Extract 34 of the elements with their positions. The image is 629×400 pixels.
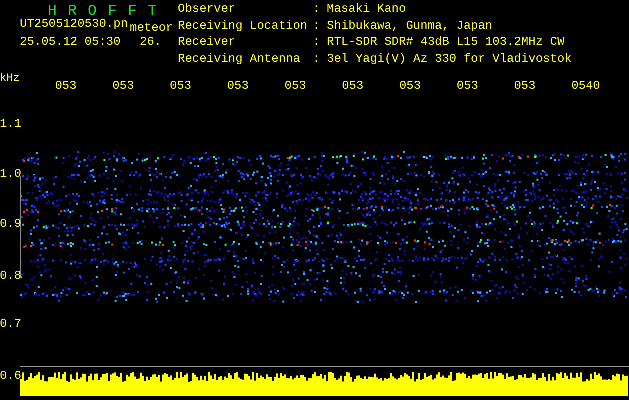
app-title: H R O F F T bbox=[48, 4, 160, 19]
info-separator: : bbox=[313, 54, 322, 68]
info-label: Receiver bbox=[178, 37, 237, 51]
time-label: 053 bbox=[456, 81, 480, 93]
frequency-label: 1.1 bbox=[0, 119, 22, 131]
date-time: 25.05.12 05:30 bbox=[20, 37, 122, 49]
time-label: 053 bbox=[170, 81, 193, 93]
info-value: 3el Yagi(V) Az 330 for Vladivostok bbox=[327, 54, 572, 68]
info-separator: : bbox=[313, 4, 322, 18]
info-value: Shibukawa, Gunma, Japan bbox=[327, 20, 494, 34]
info-label: Receiving Antenna bbox=[178, 54, 302, 68]
axis-unit: kHz bbox=[0, 74, 20, 86]
frequency-label: 0.9 bbox=[0, 219, 22, 231]
time-label: 053 bbox=[227, 81, 250, 93]
time-label: 053 bbox=[284, 81, 308, 93]
frequency-label: 1.0 bbox=[0, 169, 22, 181]
file-name: UT2505120530.pn bbox=[20, 19, 128, 31]
frequency-label: 0.7 bbox=[0, 319, 22, 331]
reading-value: 26. bbox=[140, 37, 162, 49]
frequency-label: 0.6 bbox=[0, 371, 22, 383]
time-label: 0540 bbox=[572, 81, 602, 93]
time-label: 053 bbox=[342, 81, 365, 93]
time-label: 053 bbox=[55, 81, 78, 93]
frequency-label: 0.8 bbox=[0, 271, 22, 283]
info-label: Observer bbox=[178, 4, 237, 18]
time-label: 053 bbox=[112, 81, 136, 93]
time-label: 053 bbox=[399, 81, 422, 93]
file-type: meteor bbox=[130, 23, 174, 35]
info-separator: : bbox=[313, 20, 322, 34]
time-label: 053 bbox=[514, 81, 537, 93]
info-value: RTL-SDR SDR# 43dB L15 103.2MHz CW bbox=[327, 37, 566, 51]
info-value: Masaki Kano bbox=[327, 4, 408, 18]
info-separator: : bbox=[313, 37, 322, 51]
info-label: Receiving Location bbox=[178, 20, 309, 34]
